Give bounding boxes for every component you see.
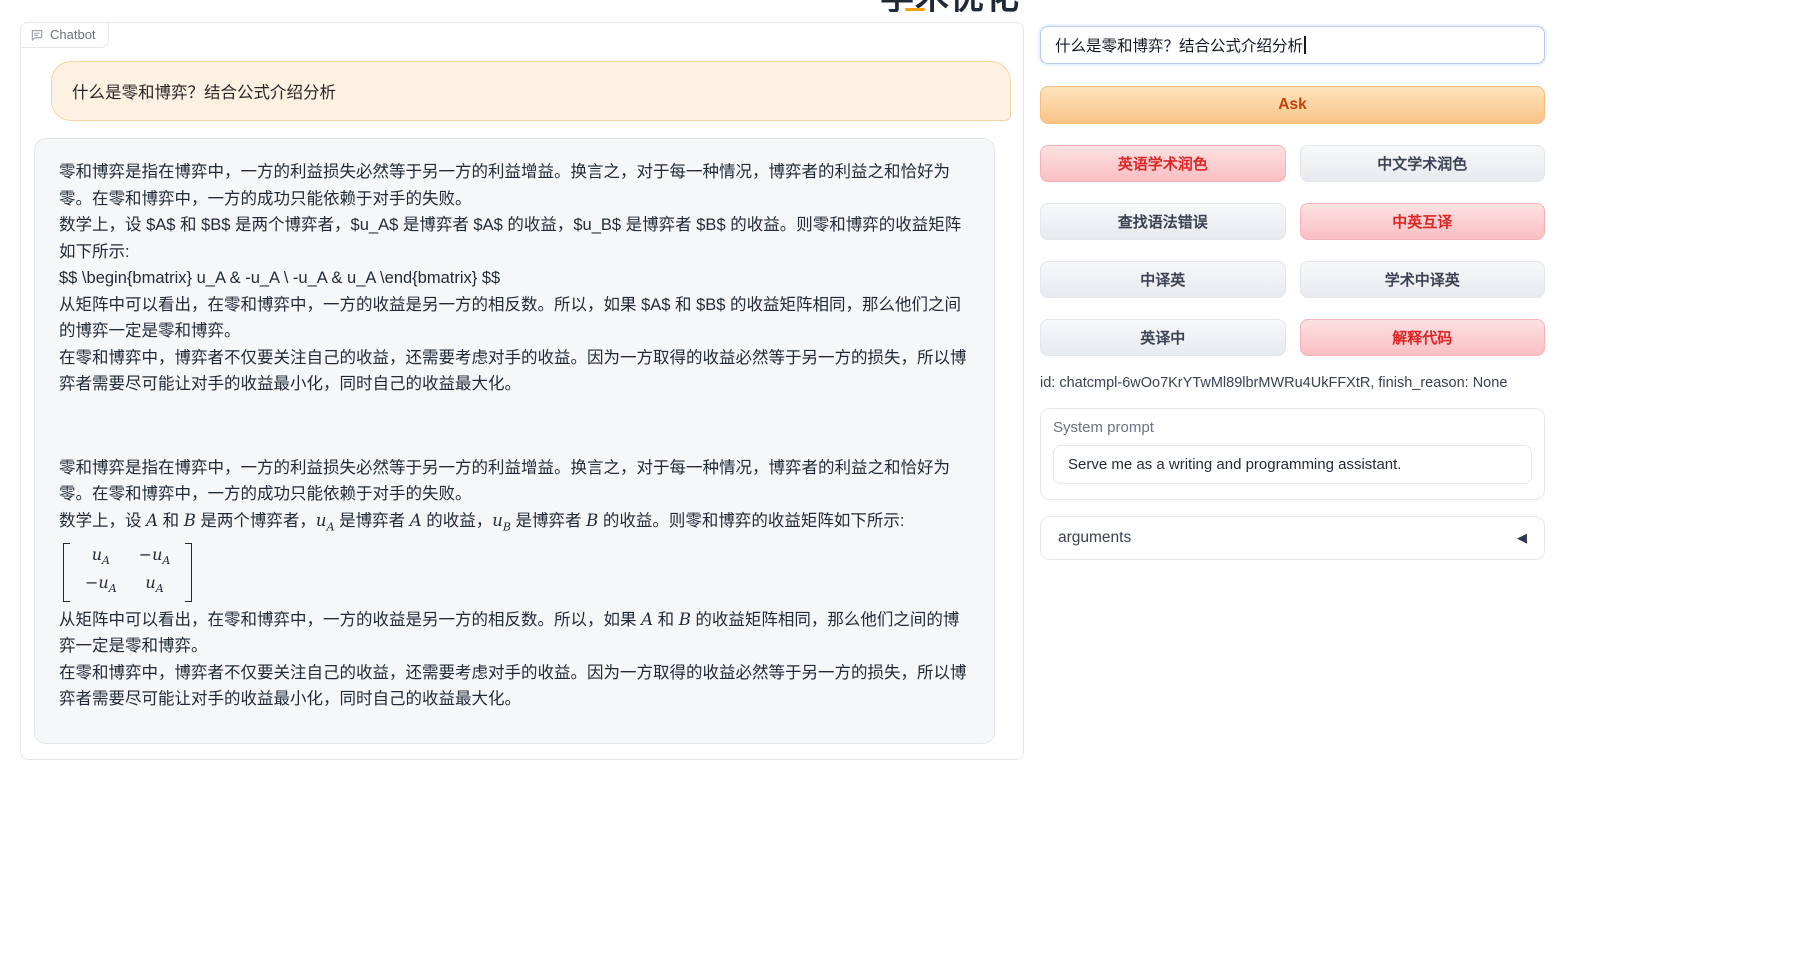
matrix-cell: −uA xyxy=(74,572,128,600)
matrix-right-bracket xyxy=(185,543,192,601)
action-explain-code-button[interactable]: 解释代码 xyxy=(1300,319,1546,356)
bot-paragraph: 从矩阵中可以看出，在零和博弈中，一方的收益是另一方的相反数。所以，如果 A 和 … xyxy=(59,607,970,660)
chat-bubble-icon xyxy=(30,28,44,42)
user-message-bubble: 什么是零和博弈？结合公式介绍分析 xyxy=(51,61,1011,121)
action-en-to-zh-button[interactable]: 英译中 xyxy=(1040,319,1286,356)
payoff-matrix: uA −uA −uA uA xyxy=(63,543,192,601)
matrix-cell: uA xyxy=(74,544,128,572)
action-academic-zh-to-en-button[interactable]: 学术中译英 xyxy=(1300,261,1546,298)
user-message-text: 什么是零和博弈？结合公式介绍分析 xyxy=(72,84,336,102)
bot-paragraph: 数学上，设 $A$ 和 $B$ 是两个博弈者，$u_A$ 是博弈者 $A$ 的收… xyxy=(59,212,970,265)
action-grammar-check-button[interactable]: 查找语法错误 xyxy=(1040,203,1286,240)
bot-rendered-block: 零和博弈是指在博弈中，一方的利益损失必然等于另一方的利益增益。换言之，对于每一种… xyxy=(59,455,970,713)
app-page: 学术优化 什么是零和博弈？结合公式介绍分析 零和博弈是指在博弈中，一方的利益损失… xyxy=(0,0,1814,961)
chatbot-scroll-area[interactable]: 什么是零和博弈？结合公式介绍分析 零和博弈是指在博弈中，一方的利益损失必然等于另… xyxy=(21,23,1023,759)
chatbot-label-text: Chatbot xyxy=(50,27,96,42)
action-english-polish-button[interactable]: 英语学术润色 xyxy=(1040,145,1286,182)
question-input[interactable]: 什么是零和博弈？结合公式介绍分析 xyxy=(1040,26,1545,64)
system-prompt-input[interactable]: Serve me as a writing and programming as… xyxy=(1053,445,1532,484)
matrix-left-bracket xyxy=(63,543,70,601)
question-input-value: 什么是零和博弈？结合公式介绍分析 xyxy=(1055,34,1303,56)
response-status-line: id: chatcmpl-6wOo7KrYTwMl89lbrMWRu4UkFFX… xyxy=(1040,373,1545,393)
title-accent xyxy=(905,8,925,11)
bot-paragraph: 零和博弈是指在博弈中，一方的利益损失必然等于另一方的利益增益。换言之，对于每一种… xyxy=(59,455,970,508)
bot-latex-source: $$ \begin{bmatrix} u_A & -u_A \ -u_A & u… xyxy=(59,265,970,292)
arguments-accordion-label: arguments xyxy=(1058,529,1131,547)
system-prompt-label: System prompt xyxy=(1053,419,1532,436)
action-zh-to-en-button[interactable]: 中译英 xyxy=(1040,261,1286,298)
chatbot-panel: 什么是零和博弈？结合公式介绍分析 零和博弈是指在博弈中，一方的利益损失必然等于另… xyxy=(20,22,1024,760)
text-cursor xyxy=(1304,36,1306,54)
action-button-grid: 英语学术润色 中文学术润色 查找语法错误 中英互译 中译英 学术中译英 英译中 … xyxy=(1040,145,1545,356)
bot-raw-block: 零和博弈是指在博弈中，一方的利益损失必然等于另一方的利益增益。换言之，对于每一种… xyxy=(59,159,970,398)
matrix-cell: uA xyxy=(128,572,182,600)
accordion-collapse-icon: ◀ xyxy=(1517,530,1527,546)
chatbot-label: Chatbot xyxy=(21,23,109,48)
bot-paragraph: 数学上，设 A 和 B 是两个博弈者，uA 是博弈者 A 的收益，uB 是博弈者… xyxy=(59,508,970,541)
system-prompt-card: System prompt Serve me as a writing and … xyxy=(1040,408,1545,500)
bot-paragraph: 从矩阵中可以看出，在零和博弈中，一方的收益是另一方的相反数。所以，如果 $A$ … xyxy=(59,292,970,345)
bot-paragraph: 在零和博弈中，博弈者不仅要关注自己的收益，还需要考虑对手的收益。因为一方取得的收… xyxy=(59,660,970,713)
ask-button[interactable]: Ask xyxy=(1040,86,1545,124)
action-zh-en-translate-button[interactable]: 中英互译 xyxy=(1300,203,1546,240)
arguments-accordion-header[interactable]: arguments ◀ xyxy=(1040,516,1545,560)
bot-paragraph: 零和博弈是指在博弈中，一方的利益损失必然等于另一方的利益增益。换言之，对于每一种… xyxy=(59,159,970,212)
page-title-text: 学术优化 xyxy=(880,0,1020,12)
bot-message-bubble: 零和博弈是指在博弈中，一方的利益损失必然等于另一方的利益增益。换言之，对于每一种… xyxy=(34,138,995,744)
control-column: 什么是零和博弈？结合公式介绍分析 Ask 英语学术润色 中文学术润色 查找语法错… xyxy=(1040,26,1545,560)
bot-paragraph: 在零和博弈中，博弈者不仅要关注自己的收益，还需要考虑对手的收益。因为一方取得的收… xyxy=(59,345,970,398)
action-chinese-polish-button[interactable]: 中文学术润色 xyxy=(1300,145,1546,182)
page-title: 学术优化 xyxy=(880,0,1180,12)
matrix-cell: −uA xyxy=(128,544,182,572)
